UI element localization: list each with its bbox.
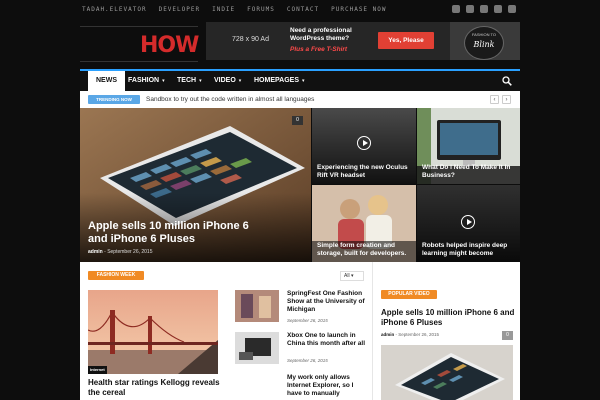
featured-tile[interactable]: Robots helped inspire deep learning migh… bbox=[417, 185, 520, 262]
fashion-image bbox=[235, 290, 279, 322]
author-name[interactable]: admin bbox=[381, 332, 394, 337]
category-label[interactable]: Internet bbox=[88, 366, 107, 374]
top-links: TADAH.ELEVATOR DEVELOPER INDIE FORUMS CO… bbox=[82, 6, 387, 13]
list-item[interactable]: Xbox One to launch in China this month a… bbox=[235, 332, 365, 372]
trending-bar: TRENDING NOW Sandbox to try out the code… bbox=[80, 91, 520, 108]
comment-count[interactable]: 0 bbox=[292, 116, 303, 125]
xbox-image bbox=[235, 332, 279, 364]
play-icon[interactable] bbox=[461, 215, 475, 229]
play-icon[interactable] bbox=[357, 136, 371, 150]
featured-tile[interactable]: Simple form creation and storage, built … bbox=[312, 185, 416, 262]
top-link[interactable]: CONTACT bbox=[287, 6, 319, 13]
chevron-down-icon: ▾ bbox=[238, 78, 242, 84]
featured-tile[interactable]: Experiencing the new Oculus Rift VR head… bbox=[312, 108, 416, 184]
nav-label: TECH bbox=[177, 77, 197, 84]
content-area: FASHION WEEK All ▾ Internet Health star … bbox=[80, 262, 520, 400]
chevron-left-icon[interactable]: ‹ bbox=[490, 95, 499, 104]
top-link[interactable]: PURCHASE NOW bbox=[331, 6, 386, 13]
top-bar: TADAH.ELEVATOR DEVELOPER INDIE FORUMS CO… bbox=[0, 0, 600, 20]
chevron-down-icon: ▾ bbox=[162, 78, 165, 84]
nav-label: NEWS bbox=[96, 77, 117, 84]
article-thumbnail[interactable] bbox=[235, 332, 279, 364]
tile-caption[interactable]: Simple form creation and storage, built … bbox=[317, 242, 411, 258]
main-nav: NEWS FASHION ▾ TECH ▾ VIDEO ▾ HOMEPAGES ▾ bbox=[80, 69, 520, 91]
featured-tile[interactable]: What Do I Need To Make It In Business? bbox=[417, 108, 520, 184]
top-link[interactable]: DEVELOPER bbox=[159, 6, 201, 13]
ad-headline-1: Need a professional bbox=[290, 27, 352, 34]
video-thumbnail[interactable] bbox=[381, 345, 513, 400]
ad-headline-2: WordPress theme? bbox=[290, 35, 350, 42]
post-date: September 26, 2015 bbox=[287, 358, 328, 363]
list-item[interactable]: SpringFest One Fashion Show at the Unive… bbox=[235, 290, 365, 330]
top-link[interactable]: FORUMS bbox=[247, 6, 275, 13]
section-tag-fashion-week[interactable]: FASHION WEEK bbox=[88, 271, 144, 280]
nav-label: HOMEPAGES bbox=[254, 77, 299, 84]
trending-tag: TRENDING NOW bbox=[88, 95, 140, 104]
post-date: September 26, 2015 bbox=[287, 318, 328, 323]
shirt-text: FASHION TO bbox=[471, 32, 497, 37]
tshirt-image: FASHION TO Blink bbox=[450, 22, 520, 60]
chevron-down-icon: ▾ bbox=[199, 78, 202, 84]
post-date: September 26, 2015 bbox=[398, 332, 440, 337]
filter-value: All bbox=[344, 273, 350, 279]
logo-area[interactable]: HOW bbox=[80, 26, 199, 62]
article-title[interactable]: Apple sells 10 million iPhone 6 and iPho… bbox=[381, 308, 515, 328]
site-header: HOW 728 x 90 Ad Need a professional Word… bbox=[0, 20, 600, 68]
top-link[interactable]: INDIE bbox=[212, 6, 235, 13]
nav-item-homepages[interactable]: HOMEPAGES ▾ bbox=[254, 71, 305, 91]
bridge-image bbox=[88, 290, 218, 374]
ad-size-label: 728 x 90 Ad bbox=[232, 36, 269, 43]
author-name[interactable]: admin bbox=[88, 249, 103, 255]
section-tag-popular-video[interactable]: POPULAR VIDEO bbox=[381, 290, 437, 299]
search-icon[interactable] bbox=[502, 76, 512, 86]
list-item[interactable]: My work only allows Internet Explorer, s… bbox=[235, 374, 365, 400]
hero-title[interactable]: Apple sells 10 million iPhone 6 and iPho… bbox=[88, 220, 268, 246]
facebook-icon[interactable] bbox=[452, 5, 460, 13]
hero-meta: admin - September 26, 2015 bbox=[88, 249, 153, 255]
ipad-image bbox=[381, 345, 513, 400]
vimeo-icon[interactable] bbox=[480, 5, 488, 13]
column-divider bbox=[372, 262, 373, 400]
chevron-right-icon[interactable]: › bbox=[502, 95, 511, 104]
comment-count[interactable]: 0 bbox=[502, 331, 513, 340]
nav-label: VIDEO bbox=[214, 77, 236, 84]
article-title[interactable]: Health star ratings Kellogg reveals the … bbox=[88, 378, 228, 398]
chevron-down-icon: ▾ bbox=[302, 78, 305, 84]
ad-offer: Plus a Free T-Shirt bbox=[290, 46, 348, 53]
mail-icon[interactable] bbox=[508, 5, 516, 13]
filter-select[interactable]: All ▾ bbox=[340, 271, 364, 281]
nav-item-video[interactable]: VIDEO ▾ bbox=[214, 71, 241, 91]
ad-cta-button[interactable]: Yes, Please bbox=[378, 32, 434, 49]
article-meta: admin - September 26, 2015 bbox=[381, 332, 439, 337]
youtube-icon[interactable] bbox=[494, 5, 502, 13]
nav-label: FASHION bbox=[128, 77, 160, 84]
article-thumbnail[interactable] bbox=[235, 290, 279, 322]
header-ad-banner[interactable]: 728 x 90 Ad Need a professional WordPres… bbox=[206, 22, 520, 60]
post-date: September 26, 2015 bbox=[107, 249, 153, 255]
featured-hero[interactable]: 0 Apple sells 10 million iPhone 6 and iP… bbox=[80, 108, 311, 262]
shirt-script: Blink bbox=[473, 40, 495, 49]
tile-caption[interactable]: Experiencing the new Oculus Rift VR head… bbox=[317, 164, 411, 180]
nav-item-fashion[interactable]: FASHION ▾ bbox=[128, 71, 165, 91]
bridge-photo[interactable] bbox=[88, 290, 218, 374]
top-link[interactable]: TADAH.ELEVATOR bbox=[82, 6, 147, 13]
site-logo[interactable]: HOW bbox=[140, 33, 199, 58]
article-title[interactable]: Xbox One to launch in China this month a… bbox=[287, 332, 367, 348]
article-title[interactable]: My work only allows Internet Explorer, s… bbox=[287, 374, 367, 398]
nav-item-news[interactable]: NEWS bbox=[88, 71, 125, 91]
tile-caption[interactable]: What Do I Need To Make It In Business? bbox=[422, 164, 515, 180]
trending-headline[interactable]: Sandbox to try out the code written in a… bbox=[146, 96, 314, 103]
social-links bbox=[452, 5, 516, 13]
article-title[interactable]: SpringFest One Fashion Show at the Unive… bbox=[287, 290, 367, 314]
tile-caption[interactable]: Robots helped inspire deep learning migh… bbox=[422, 242, 515, 258]
nav-item-tech[interactable]: TECH ▾ bbox=[177, 71, 202, 91]
twitter-icon[interactable] bbox=[466, 5, 474, 13]
